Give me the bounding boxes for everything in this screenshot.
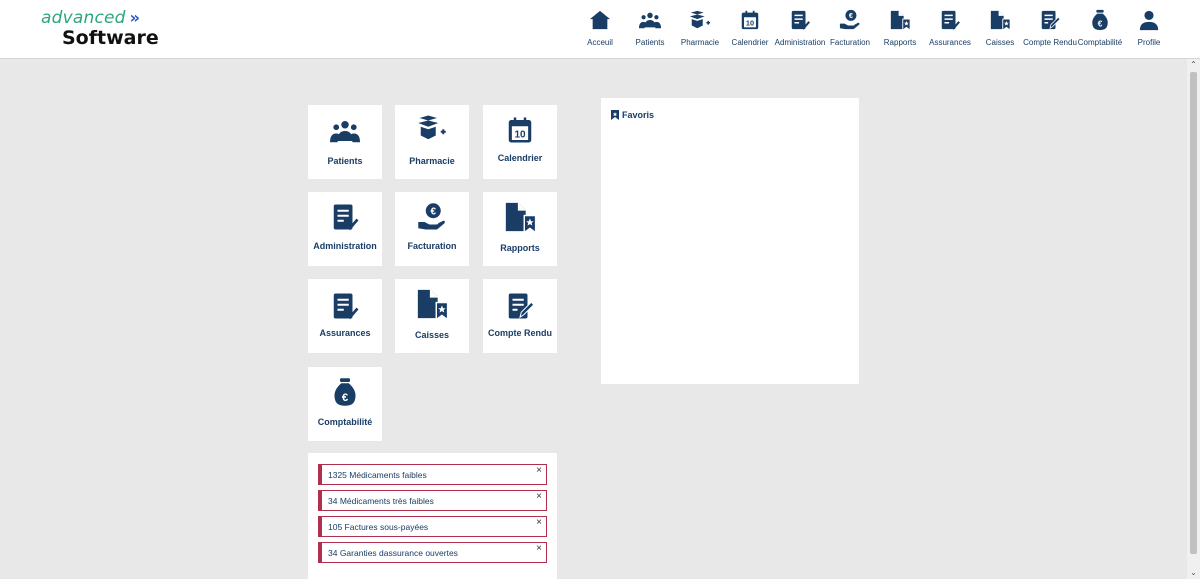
calendar-icon: 10	[741, 10, 759, 30]
top-header: advanced» Software Acceuil Patients Phar…	[0, 0, 1200, 59]
document-edit-icon	[1041, 10, 1061, 30]
brand-line1: advanced	[41, 8, 126, 28]
tile-rapports[interactable]: Rapports	[483, 192, 557, 266]
alert-text: 34 Garanties dassurance ouvertes	[328, 548, 458, 558]
alert-item[interactable]: 1325 Médicaments faibles ×	[318, 464, 547, 485]
scrollbar-thumb[interactable]	[1190, 72, 1197, 554]
money-bag-icon: €	[334, 378, 356, 406]
alerts-panel: 1325 Médicaments faibles × 34 Médicament…	[308, 453, 557, 579]
tile-compte-rendu[interactable]: Compte Rendu	[483, 279, 557, 353]
boxes-icon	[689, 10, 711, 29]
tile-label: Facturation	[407, 241, 457, 251]
svg-text:€: €	[342, 392, 349, 404]
tile-label: Rapports	[500, 243, 540, 253]
svg-text:€: €	[430, 207, 436, 218]
document-check-icon	[333, 293, 359, 320]
svg-text:10: 10	[514, 130, 526, 141]
document-check-icon	[941, 10, 960, 30]
tile-label: Administration	[313, 241, 377, 251]
document-check-icon	[333, 204, 359, 231]
nav-label: Profile	[1137, 38, 1161, 47]
nav-label: Calendrier	[731, 38, 769, 47]
nav-label: Caisses	[985, 38, 1015, 47]
nav-label: Facturation	[829, 38, 871, 47]
close-icon[interactable]: ×	[536, 492, 542, 502]
document-edit-icon	[508, 293, 535, 319]
boxes-icon	[418, 115, 446, 140]
nav-label: Compte Rendu	[1023, 38, 1077, 47]
tile-label: Compte Rendu	[488, 328, 552, 338]
tile-patients[interactable]: Patients	[308, 105, 382, 179]
alert-text: 34 Médicaments très faibles	[328, 496, 434, 506]
favoris-panel: Favoris	[601, 98, 859, 384]
tile-label: Pharmacie	[409, 156, 455, 166]
hand-euro-icon: €	[839, 9, 860, 30]
vertical-scrollbar[interactable]: ⌃ ⌄	[1187, 59, 1200, 579]
nav-label: Comptabilité	[1077, 38, 1123, 47]
document-check-icon	[791, 10, 810, 30]
money-bag-icon: €	[1092, 9, 1108, 31]
tile-comptabilite[interactable]: € Comptabilité	[308, 367, 382, 441]
tile-assurances[interactable]: Assurances	[308, 279, 382, 353]
tile-label: Comptabilité	[317, 417, 373, 427]
tile-pharmacie[interactable]: Pharmacie	[395, 105, 469, 179]
tile-label: Calendrier	[497, 153, 543, 163]
alert-text: 105 Factures sous-payées	[328, 522, 429, 532]
nav-label: Rapports	[883, 38, 917, 47]
svg-text:10: 10	[746, 19, 754, 28]
users-icon	[330, 121, 360, 143]
close-icon[interactable]: ×	[536, 518, 542, 528]
hand-euro-icon: €	[418, 203, 445, 230]
tile-calendrier[interactable]: 10 Calendrier	[483, 105, 557, 179]
alert-item[interactable]: 105 Factures sous-payées ×	[318, 516, 547, 537]
nav-label: Administration	[774, 38, 826, 47]
file-bookmark-icon	[890, 10, 911, 31]
scroll-down-icon[interactable]: ⌄	[1187, 567, 1200, 579]
svg-text:€: €	[849, 11, 853, 20]
nav-label: Assurances	[929, 38, 971, 47]
nav-label: Pharmacie	[680, 38, 720, 47]
file-bookmark-icon	[417, 289, 449, 321]
scroll-up-icon[interactable]: ⌃	[1187, 59, 1200, 71]
alert-item[interactable]: 34 Garanties dassurance ouvertes ×	[318, 542, 547, 563]
home-icon	[589, 10, 611, 30]
svg-text:€: €	[1098, 19, 1103, 28]
alert-text: 1325 Médicaments faibles	[328, 470, 427, 480]
close-icon[interactable]: ×	[536, 544, 542, 554]
file-bookmark-icon	[990, 10, 1011, 31]
nav-item-profile[interactable]: Profile	[1119, 8, 1179, 56]
bookmark-icon	[611, 110, 619, 120]
nav-label: Acceuil	[587, 38, 613, 47]
brand-line2: Software	[62, 27, 159, 49]
tile-administration[interactable]: Administration	[308, 192, 382, 266]
users-icon	[639, 12, 661, 29]
favoris-title-text: Favoris	[622, 110, 655, 120]
calendar-icon: 10	[508, 117, 532, 143]
close-icon[interactable]: ×	[536, 466, 542, 476]
tile-caisses[interactable]: Caisses	[395, 279, 469, 353]
tile-label: Caisses	[414, 330, 450, 340]
user-icon	[1139, 10, 1159, 31]
brand-chevron-icon: »	[129, 8, 141, 27]
brand-logo[interactable]: advanced» Software	[41, 8, 159, 48]
tile-label: Patients	[327, 156, 363, 166]
alert-item[interactable]: 34 Médicaments très faibles ×	[318, 490, 547, 511]
file-bookmark-icon	[505, 202, 537, 234]
tile-facturation[interactable]: € Facturation	[395, 192, 469, 266]
nav-label: Patients	[635, 38, 665, 47]
favoris-title: Favoris	[611, 110, 654, 120]
tile-label: Assurances	[319, 328, 371, 338]
